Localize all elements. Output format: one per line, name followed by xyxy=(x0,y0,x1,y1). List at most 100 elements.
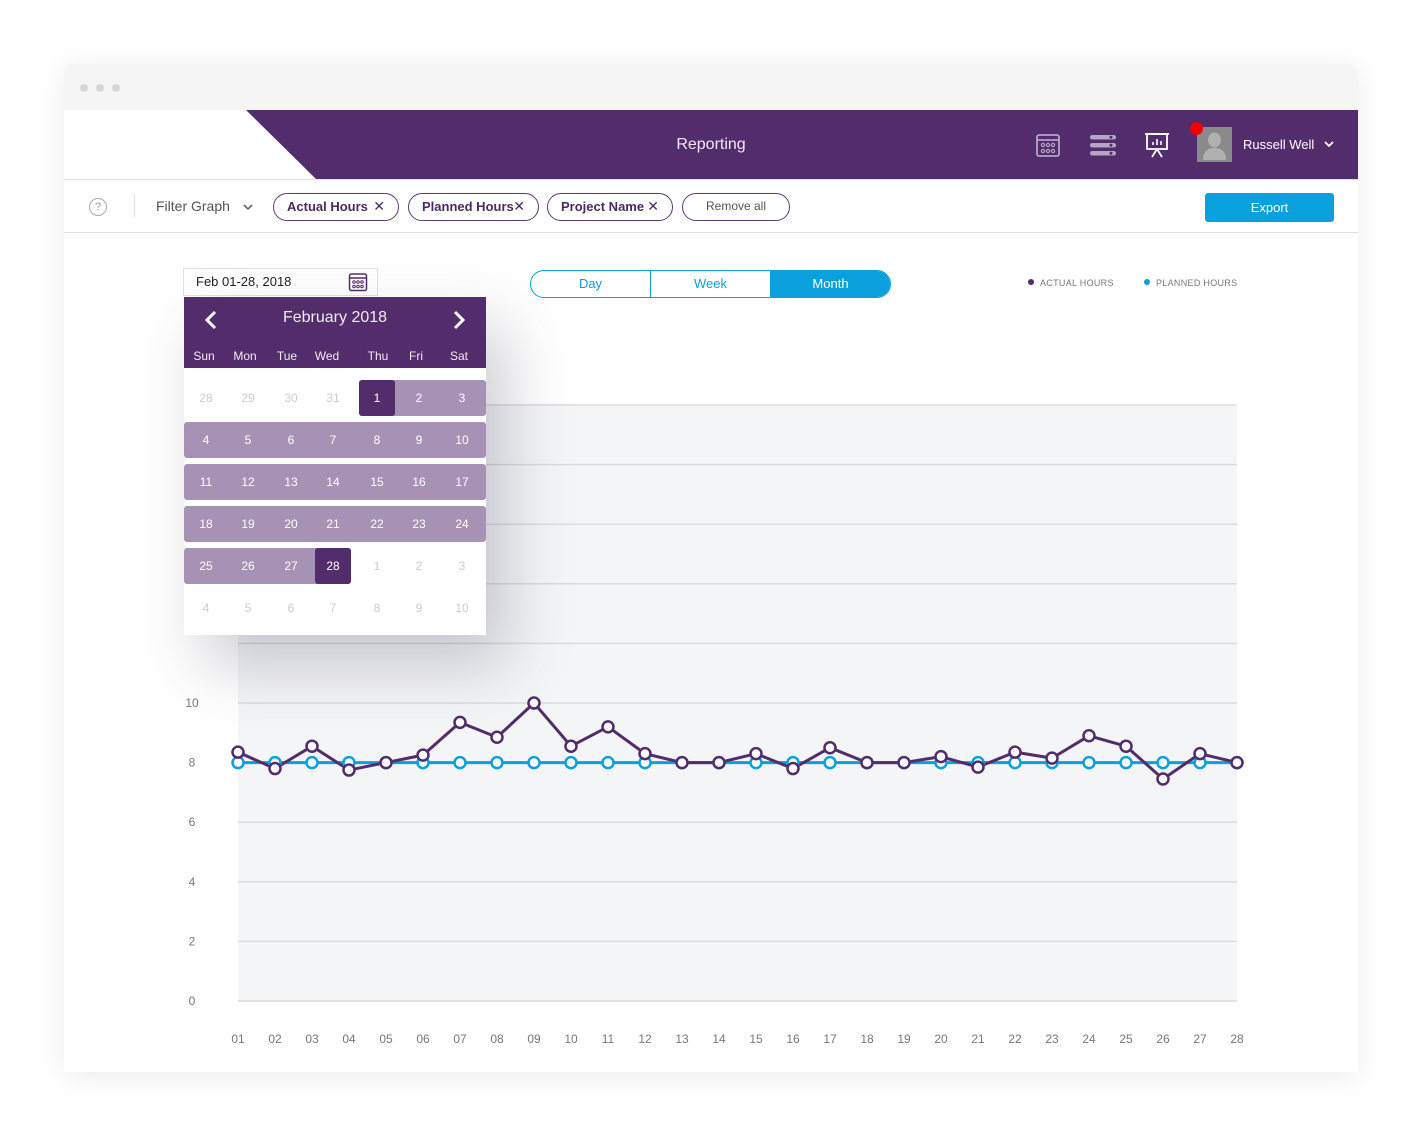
calendar-day[interactable]: 17 xyxy=(444,464,480,500)
weekday-label: Thu xyxy=(367,349,389,363)
calendar-day[interactable]: 28 xyxy=(315,548,351,584)
data-point-planned-hours xyxy=(823,755,837,770)
filter-chip-project-name[interactable]: Project Name ✕ xyxy=(547,193,673,221)
calendar-day[interactable]: 1 xyxy=(359,380,395,416)
filter-graph-dropdown[interactable]: Filter Graph xyxy=(156,180,230,234)
calendar-day[interactable]: 6 xyxy=(273,590,309,626)
calendar-day[interactable]: 2 xyxy=(401,548,437,584)
x-tick-label: 05 xyxy=(379,1032,393,1046)
data-point-actual-hours xyxy=(712,755,726,770)
calendar-day[interactable]: 9 xyxy=(401,422,437,458)
calendar-day[interactable]: 6 xyxy=(273,422,309,458)
y-tick-label: 8 xyxy=(189,756,196,770)
calendar-day[interactable]: 25 xyxy=(188,548,224,584)
data-point-actual-hours xyxy=(786,761,800,776)
filter-chip-actual-hours[interactable]: Actual Hours ✕ xyxy=(273,193,399,221)
help-icon[interactable]: ? xyxy=(89,198,107,216)
calendar-day[interactable]: 26 xyxy=(230,548,266,584)
calendar-day[interactable]: 23 xyxy=(401,506,437,542)
calendar-icon[interactable] xyxy=(348,272,368,292)
y-tick-label: 0 xyxy=(189,994,196,1008)
x-tick-label: 01 xyxy=(231,1032,245,1046)
filter-bar: ? Filter Graph Actual Hours ✕ Planned Ho… xyxy=(64,179,1358,233)
calendar-day[interactable]: 1 xyxy=(359,548,395,584)
calendar-day[interactable]: 27 xyxy=(273,548,309,584)
calendar-day[interactable]: 7 xyxy=(315,590,351,626)
data-point-actual-hours xyxy=(305,739,319,753)
calendar-day[interactable]: 9 xyxy=(401,590,437,626)
calendar-day[interactable]: 24 xyxy=(444,506,480,542)
x-tick-label: 02 xyxy=(268,1032,282,1046)
calendar-day[interactable]: 5 xyxy=(230,422,266,458)
close-icon[interactable]: ✕ xyxy=(513,194,525,219)
legend-planned-hours: PLANNED HOURS xyxy=(1144,278,1237,288)
window-minimize-button[interactable] xyxy=(96,84,104,92)
date-range-input[interactable]: Feb 01-28, 2018 xyxy=(183,268,378,296)
y-tick-label: 10 xyxy=(185,696,199,710)
data-point-actual-hours xyxy=(379,755,393,770)
chip-label: Planned Hours xyxy=(422,199,514,214)
close-icon[interactable]: ✕ xyxy=(373,194,385,219)
data-point-actual-hours xyxy=(1082,729,1096,743)
calendar-day[interactable]: 3 xyxy=(444,548,480,584)
calendar-day[interactable]: 4 xyxy=(188,422,224,458)
calendar-day[interactable]: 14 xyxy=(315,464,351,500)
calendar-day[interactable]: 12 xyxy=(230,464,266,500)
legend-dot-icon xyxy=(1144,279,1150,285)
close-icon[interactable]: ✕ xyxy=(647,194,659,219)
period-day-button[interactable]: Day xyxy=(531,271,651,297)
calendar-day[interactable]: 15 xyxy=(359,464,395,500)
chip-label: Actual Hours xyxy=(287,199,368,214)
calendar-day[interactable]: 5 xyxy=(230,590,266,626)
chevron-right-icon[interactable] xyxy=(447,309,469,331)
data-point-planned-hours xyxy=(305,755,319,770)
chevron-down-icon[interactable] xyxy=(242,201,254,213)
export-button[interactable]: Export xyxy=(1205,193,1334,222)
calendar-day[interactable]: 2 xyxy=(401,380,437,416)
calendar-day[interactable]: 7 xyxy=(315,422,351,458)
calendar-day[interactable]: 29 xyxy=(230,380,266,416)
avatar[interactable] xyxy=(1197,127,1232,162)
data-point-actual-hours xyxy=(897,755,911,770)
x-tick-label: 28 xyxy=(1230,1032,1244,1046)
data-point-actual-hours xyxy=(490,730,504,745)
presentation-chart-icon[interactable] xyxy=(1144,132,1170,158)
data-point-actual-hours xyxy=(1045,751,1059,765)
x-tick-label: 22 xyxy=(1008,1032,1022,1046)
x-tick-label: 24 xyxy=(1082,1032,1096,1046)
calendar-day[interactable]: 30 xyxy=(273,380,309,416)
calendar-day[interactable]: 22 xyxy=(359,506,395,542)
window-maximize-button[interactable] xyxy=(112,84,120,92)
calendar-day[interactable]: 11 xyxy=(188,464,224,500)
calendar-day[interactable]: 10 xyxy=(444,590,480,626)
calendar-day[interactable]: 18 xyxy=(188,506,224,542)
x-tick-label: 26 xyxy=(1156,1032,1170,1046)
window-close-button[interactable] xyxy=(80,84,88,92)
period-month-button[interactable]: Month xyxy=(771,271,890,297)
calendar-day[interactable]: 28 xyxy=(188,380,224,416)
calendar-day[interactable]: 16 xyxy=(401,464,437,500)
calendar-day[interactable]: 3 xyxy=(444,380,480,416)
calendar-day[interactable]: 8 xyxy=(359,422,395,458)
calendar-day[interactable]: 19 xyxy=(230,506,266,542)
calendar-day[interactable]: 13 xyxy=(273,464,309,500)
calendar-grid-icon[interactable] xyxy=(1035,132,1061,158)
weekday-label: Sat xyxy=(449,349,468,363)
data-point-actual-hours xyxy=(342,763,356,777)
calendar-day[interactable]: 31 xyxy=(315,380,351,416)
user-name[interactable]: Russell Well xyxy=(1243,110,1314,179)
calendar-day[interactable]: 20 xyxy=(273,506,309,542)
x-tick-label: 04 xyxy=(342,1032,356,1046)
remove-all-button[interactable]: Remove all xyxy=(682,193,790,221)
calendar-day[interactable]: 8 xyxy=(359,590,395,626)
period-week-button[interactable]: Week xyxy=(651,271,771,297)
calendar-day[interactable]: 4 xyxy=(188,590,224,626)
legend-actual-hours: ACTUAL HOURS xyxy=(1028,278,1114,288)
list-bars-icon[interactable] xyxy=(1090,132,1116,158)
calendar-day[interactable]: 10 xyxy=(444,422,480,458)
chevron-down-icon[interactable] xyxy=(1323,138,1335,150)
legend-label: ACTUAL HOURS xyxy=(1040,278,1114,288)
filter-chip-planned-hours[interactable]: Planned Hours ✕ xyxy=(408,193,539,221)
x-tick-label: 12 xyxy=(638,1032,652,1046)
calendar-day[interactable]: 21 xyxy=(315,506,351,542)
